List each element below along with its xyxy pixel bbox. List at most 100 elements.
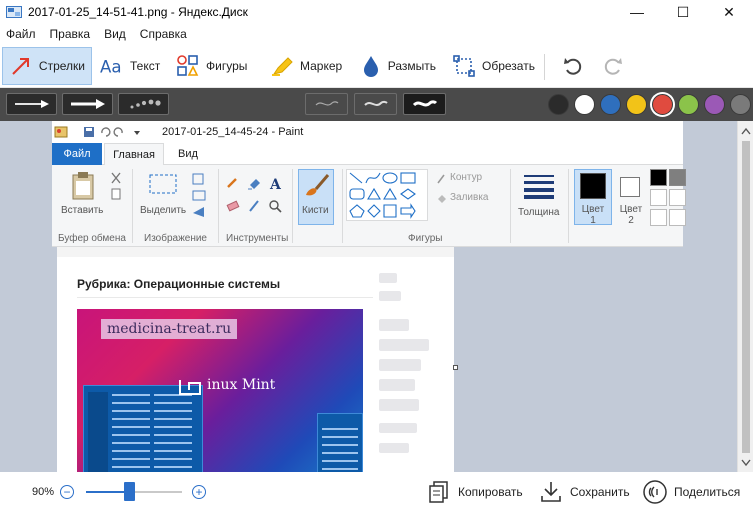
- start-menu-strip: [88, 392, 108, 472]
- tool-options-bar: [0, 88, 753, 121]
- paint-tab-file[interactable]: Файл: [52, 143, 102, 165]
- paste-label: Вставить: [61, 205, 104, 216]
- paint-tab-home[interactable]: Главная: [104, 143, 164, 165]
- palette-color-black[interactable]: [650, 169, 667, 186]
- line-style-thin-button[interactable]: [305, 93, 348, 115]
- palette-color-empty[interactable]: [669, 209, 686, 226]
- shapes-tool-button[interactable]: Фигуры: [170, 47, 258, 85]
- thick-arrow-icon: [70, 99, 105, 109]
- scroll-down-icon[interactable]: [741, 459, 751, 467]
- select-icon: [149, 174, 177, 194]
- color-swatch-blue[interactable]: [600, 94, 621, 115]
- ribbon-divider: [568, 169, 569, 243]
- paint-quick-access-icons: [54, 126, 140, 138]
- site-watermark: medicina-treat.ru: [101, 319, 238, 339]
- group-tools-label: Инструменты: [226, 233, 289, 244]
- scroll-up-icon[interactable]: [741, 127, 751, 135]
- brush-icon: [306, 174, 330, 196]
- thickness-label: Толщина: [518, 207, 560, 218]
- text-tool-label: Текст: [130, 59, 161, 73]
- crop-tool-button[interactable]: Обрезать: [446, 47, 540, 85]
- toolbar-divider: [544, 54, 545, 80]
- resize-handle[interactable]: [453, 365, 458, 370]
- color-swatch-white[interactable]: [574, 94, 595, 115]
- arrow-tool-icon: [9, 54, 33, 78]
- window-title: 2017-01-25_14-51-41.png - Яндекс.Диск: [28, 5, 248, 19]
- download-icon: [541, 482, 561, 502]
- marker-tool-label: Маркер: [300, 59, 343, 73]
- blurred-block: [379, 443, 409, 453]
- menu-lines: [322, 428, 358, 472]
- copy-icon: [429, 481, 448, 503]
- redo-button[interactable]: [596, 47, 626, 85]
- color-swatch-yellow[interactable]: [626, 94, 647, 115]
- color-swatch-red[interactable]: [652, 94, 673, 115]
- minimize-icon: —: [630, 4, 644, 20]
- close-button[interactable]: ✕: [706, 0, 752, 24]
- color-swatch-gray[interactable]: [730, 94, 751, 115]
- palette-color-gray[interactable]: [669, 169, 686, 186]
- line-style-medium-button[interactable]: [354, 93, 397, 115]
- brushes-label: Кисти: [302, 205, 329, 216]
- save-button[interactable]: Сохранить: [540, 479, 630, 505]
- marker-tool-button[interactable]: Маркер: [264, 47, 350, 85]
- color2-label: Цвет 2: [619, 204, 643, 226]
- menu-edit[interactable]: Правка: [50, 27, 91, 41]
- thick-wave-icon: [412, 100, 437, 107]
- palette-color-empty[interactable]: [650, 209, 667, 226]
- share-button[interactable]: Поделиться: [642, 479, 740, 505]
- paint-tab-view[interactable]: Вид: [166, 143, 210, 165]
- start-menu-shot: [83, 385, 203, 472]
- maximize-icon: ☐: [676, 3, 690, 20]
- outline-icon: [437, 174, 445, 184]
- medium-wave-icon: [363, 100, 388, 106]
- menu-file[interactable]: Файл: [6, 27, 36, 41]
- vertical-scrollbar[interactable]: [737, 121, 753, 472]
- palette-color-empty[interactable]: [650, 189, 667, 206]
- group-image-label: Изображение: [144, 233, 207, 244]
- line-style-thick-button[interactable]: [403, 93, 446, 115]
- paint-screenshot: 2017-01-25_14-45-24 - Paint Файл Главная…: [52, 121, 686, 247]
- palette-color-empty[interactable]: [669, 189, 686, 206]
- color-swatch-green[interactable]: [678, 94, 699, 115]
- arrow-style-thin-button[interactable]: [6, 93, 57, 115]
- maximize-button[interactable]: ☐: [660, 0, 706, 24]
- arrows-tool-button[interactable]: Стрелки: [2, 47, 92, 85]
- color-swatch-black[interactable]: [548, 94, 569, 115]
- menu-view[interactable]: Вид: [104, 27, 126, 41]
- thickness-icon: [524, 175, 554, 199]
- shapes-tool-icon: [176, 54, 200, 78]
- color2-swatch[interactable]: [620, 177, 640, 197]
- arrow-style-dotted-button[interactable]: [118, 93, 169, 115]
- drop-icon: [360, 54, 382, 78]
- text-tool-button[interactable]: Aa Текст: [94, 47, 166, 85]
- side-menu-shot: [317, 413, 363, 472]
- image-canvas[interactable]: 2017-01-25_14-45-24 - Paint Файл Главная…: [0, 121, 737, 472]
- blurred-block: [379, 359, 421, 371]
- distro-title: inux Mint: [207, 377, 276, 393]
- group-clipboard-label: Буфер обмена: [58, 233, 126, 244]
- zoom-in-button[interactable]: +: [192, 485, 206, 499]
- shapes-gallery-icons: [349, 172, 416, 219]
- thin-arrow-icon: [14, 100, 49, 108]
- blurred-block: [379, 423, 417, 433]
- undo-button[interactable]: [556, 47, 586, 85]
- crop-tool-label: Обрезать: [482, 59, 535, 73]
- color-swatch-purple[interactable]: [704, 94, 725, 115]
- scrollbar-thumb[interactable]: [742, 141, 750, 453]
- blur-tool-label: Размыть: [387, 59, 436, 73]
- blurred-block: [379, 339, 429, 351]
- minus-icon: −: [63, 485, 71, 499]
- menu-bar: Файл Правка Вид Справка: [0, 24, 753, 44]
- menu-help[interactable]: Справка: [140, 27, 187, 41]
- zoom-out-button[interactable]: −: [60, 485, 74, 499]
- minimize-button[interactable]: —: [614, 0, 660, 24]
- shapes-tool-label: Фигуры: [206, 59, 248, 73]
- group-shapes-label: Фигуры: [408, 233, 443, 244]
- zoom-slider-thumb[interactable]: [124, 482, 136, 501]
- blurred-block: [379, 291, 401, 301]
- blur-tool-button[interactable]: Размыть: [354, 47, 442, 85]
- fill-icon: [438, 195, 446, 203]
- arrow-style-thick-button[interactable]: [62, 93, 113, 115]
- copy-button[interactable]: Копировать: [428, 479, 523, 505]
